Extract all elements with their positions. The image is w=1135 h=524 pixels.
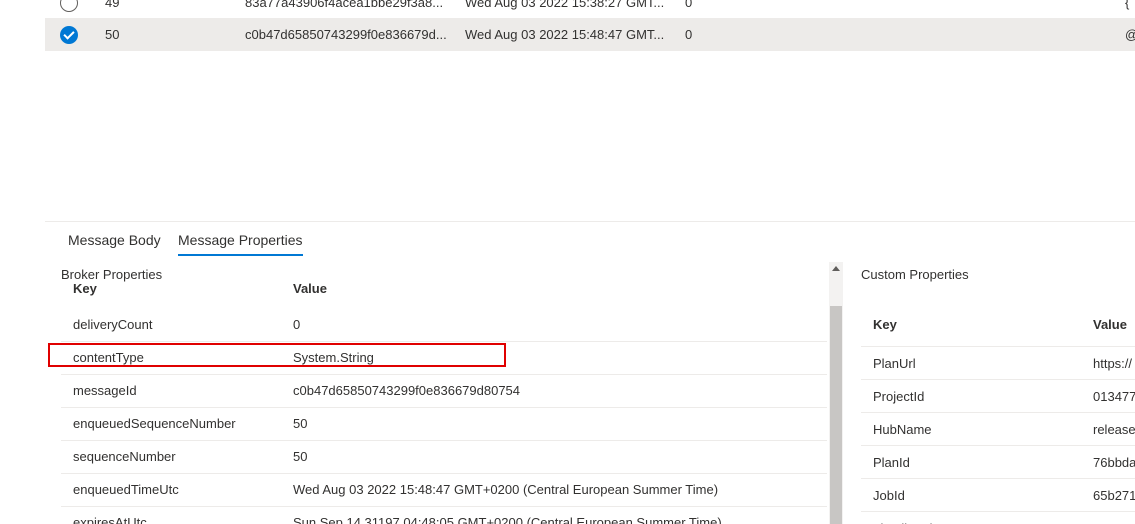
property-key: sequenceNumber xyxy=(73,449,176,464)
delivery-count-cell: 0 xyxy=(685,0,693,10)
broker-properties-title: Broker Properties xyxy=(61,267,169,282)
tab-message-properties[interactable]: Message Properties xyxy=(178,232,303,256)
divider xyxy=(45,221,1135,222)
table-row[interactable]: messageId c0b47d65850743299f0e836679d807… xyxy=(61,375,827,408)
table-row[interactable]: JobId 65b271 xyxy=(861,479,1135,512)
table-row[interactable]: PlanUrl https:// xyxy=(861,347,1135,380)
property-key: ProjectId xyxy=(873,389,925,404)
table-row[interactable]: sequenceNumber 50 xyxy=(61,441,827,474)
delivery-count-cell: 0 xyxy=(685,27,693,42)
property-value: 65b271 xyxy=(1093,488,1135,503)
table-row[interactable]: expiresAtUtc Sun Sep 14 31197 04:48:05 G… xyxy=(61,507,827,524)
table-row[interactable]: PlanId 76bbda xyxy=(861,446,1135,479)
table-row[interactable]: TimelineId xyxy=(861,512,1135,524)
row-selected-check-icon[interactable] xyxy=(60,26,78,44)
message-row[interactable]: 49 83a77a43906f4acea1bbe29f3a8... Wed Au… xyxy=(45,0,1135,20)
body-preview-cell: @ xyxy=(1125,27,1135,42)
sequence-number-cell: 50 xyxy=(105,27,120,42)
property-value: c0b47d65850743299f0e836679d80754 xyxy=(293,383,521,398)
table-row[interactable]: enqueuedTimeUtc Wed Aug 03 2022 15:48:47… xyxy=(61,474,827,507)
custom-key-header[interactable]: Key xyxy=(873,317,897,332)
custom-properties-title: Custom Properties xyxy=(861,267,969,282)
tab-message-body[interactable]: Message Body xyxy=(68,232,161,254)
table-row[interactable]: HubName release xyxy=(861,413,1135,446)
property-key: deliveryCount xyxy=(73,317,153,332)
broker-properties-grid: Key Value deliveryCount 0 contentType Sy… xyxy=(61,277,827,524)
property-key: messageId xyxy=(73,383,137,398)
property-value: 013477 xyxy=(1093,389,1135,404)
property-key: PlanUrl xyxy=(873,356,916,371)
message-id-cell: 83a77a43906f4acea1bbe29f3a8... xyxy=(245,0,444,10)
property-value: 76bbda xyxy=(1093,455,1135,470)
table-row[interactable]: ProjectId 013477 xyxy=(861,380,1135,413)
message-id-cell: c0b47d65850743299f0e836679d... xyxy=(245,27,447,42)
property-key: HubName xyxy=(873,422,932,437)
table-row[interactable]: deliveryCount 0 xyxy=(61,309,827,342)
broker-scrollbar[interactable] xyxy=(829,262,843,524)
property-value: Wed Aug 03 2022 15:48:47 GMT+0200 (Centr… xyxy=(293,482,719,497)
property-key: expiresAtUtc xyxy=(73,515,147,524)
property-value: release xyxy=(1093,422,1135,437)
enqueued-time-cell: Wed Aug 03 2022 15:38:27 GMT... xyxy=(465,0,665,10)
message-row-selected[interactable]: 50 c0b47d65850743299f0e836679d... Wed Au… xyxy=(45,18,1135,51)
sequence-number-cell: 49 xyxy=(105,0,120,10)
property-value: https:// xyxy=(1093,356,1133,371)
broker-value-header[interactable]: Value xyxy=(293,281,327,296)
broker-key-header[interactable]: Key xyxy=(73,281,97,296)
scroll-up-arrow-icon[interactable] xyxy=(829,262,843,276)
property-key: JobId xyxy=(873,488,905,503)
enqueued-time-cell: Wed Aug 03 2022 15:48:47 GMT... xyxy=(465,27,665,42)
scroll-thumb[interactable] xyxy=(830,306,842,524)
body-preview-cell: { xyxy=(1125,0,1130,10)
property-value: 0 xyxy=(293,317,301,332)
property-value: 50 xyxy=(293,449,308,464)
custom-properties-grid: Key Value PlanUrl https:// ProjectId 013… xyxy=(861,306,1135,524)
property-value: 50 xyxy=(293,416,308,431)
annotation-highlight-box xyxy=(48,343,506,367)
row-select-radio[interactable] xyxy=(60,0,78,12)
property-value: Sun Sep 14 31197 04:48:05 GMT+0200 (Cent… xyxy=(293,515,722,524)
custom-value-header[interactable]: Value xyxy=(1093,317,1127,332)
property-key: PlanId xyxy=(873,455,910,470)
property-key: enqueuedTimeUtc xyxy=(73,482,179,497)
property-key: enqueuedSequenceNumber xyxy=(73,416,236,431)
table-row[interactable]: enqueuedSequenceNumber 50 xyxy=(61,408,827,441)
